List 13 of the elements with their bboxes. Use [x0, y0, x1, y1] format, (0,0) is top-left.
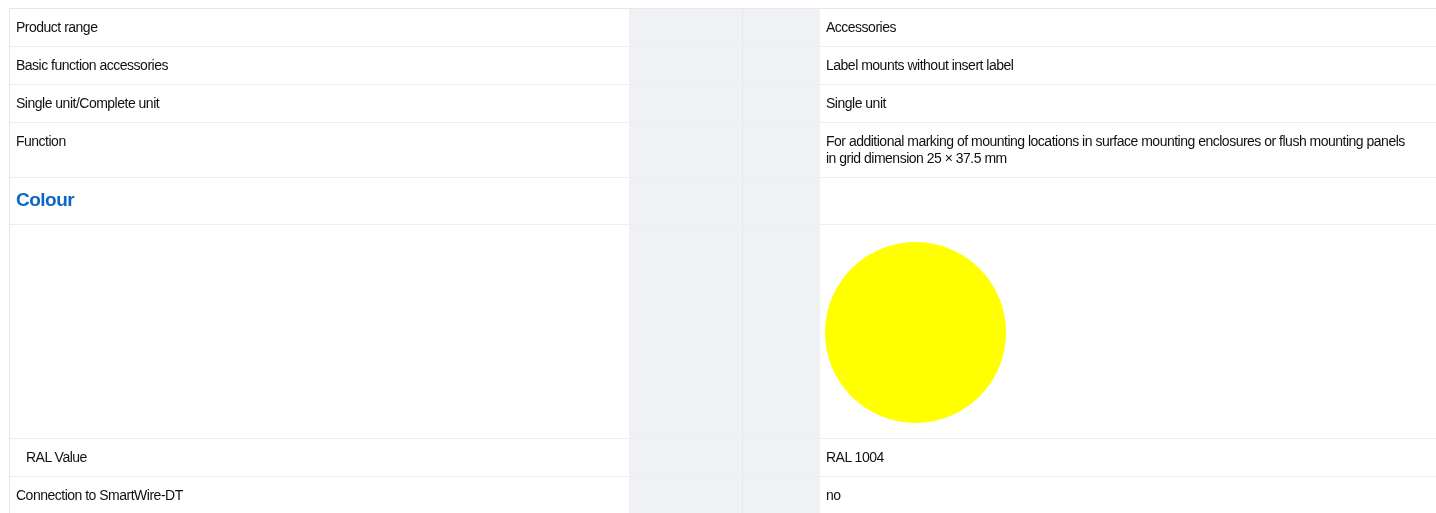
property-value: Label mounts without insert label [826, 57, 1014, 73]
property-value: no [826, 487, 841, 503]
property-value: Single unit [826, 95, 886, 111]
property-value: RAL 1004 [826, 449, 884, 465]
property-value: Accessories [826, 19, 896, 35]
property-label: Product range [16, 19, 98, 35]
property-label: Function [16, 133, 66, 149]
section-heading: Colour [16, 189, 75, 210]
property-value: For additional marking of mounting locations in surface mounting enclosures or flush mounting panels in grid dimension 25 × 37.5 mm [826, 133, 1405, 166]
property-label: Single unit/Complete unit [16, 95, 160, 111]
property-label: RAL Value [26, 449, 87, 465]
property-label: Connection to SmartWire-DT [16, 487, 183, 503]
property-label: Basic function accessories [16, 57, 168, 73]
